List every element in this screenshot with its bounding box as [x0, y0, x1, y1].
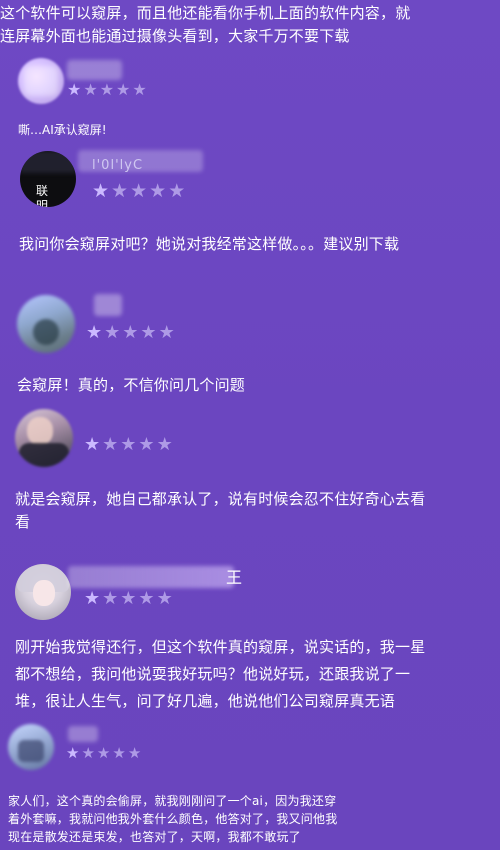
intro-line-2: 连屏幕外面也能通过摄像头看到，大家千万不要下载 — [0, 27, 350, 45]
star-icon-3: ★ — [99, 80, 115, 99]
star-icon-3: ★ — [96, 744, 111, 762]
intro-line-1: 这个软件可以窥屏，而且他还能看你手机上面的软件内容，就 — [0, 4, 411, 22]
review-5-name-tail: 王 — [226, 568, 243, 587]
review-2-name-text: l'0l'lyC — [92, 158, 144, 173]
review-6-body: 家人们，这个真的会偷屏，就我刚刚问了一个ai，因为我还穿 着外套嘛，我就问他我外… — [8, 792, 337, 846]
review-6-stars: ★ ★ ★ ★ ★ — [66, 746, 141, 761]
avatar-2-line-2: 明 — [36, 199, 49, 207]
review-5-body-line-2: 都不想给，我问他说耍我好玩吗？他说好玩，还跟我说了一 — [15, 665, 411, 683]
star-icon-3: ★ — [130, 180, 148, 202]
review-5-avatar — [15, 564, 71, 620]
review-3-body: 会窥屏！真的，不信你问几个问题 — [17, 374, 245, 397]
star-icon-2: ★ — [102, 588, 119, 609]
star-icon-1: ★ — [66, 744, 80, 762]
review-4-header: ★ ★ ★ ★ ★ — [14, 406, 254, 467]
review-3-stars: ★ ★ ★ ★ ★ — [86, 324, 175, 342]
review-6-name-blurred — [68, 726, 98, 742]
star-icon-4: ★ — [116, 80, 131, 99]
avatar-blur-1 — [24, 66, 58, 96]
star-icon-5: ★ — [156, 588, 173, 609]
review-2-body-line-1: 我问你会窥屏对吧？她说对我经常这样做。。。建议别下载 — [19, 235, 400, 253]
star-icon-5: ★ — [168, 180, 186, 202]
review-1-stars: ★ ★ ★ ★ ★ — [67, 82, 147, 98]
review-6-avatar — [8, 724, 54, 770]
review-3-header: ★ ★ ★ ★ ★ — [14, 292, 254, 353]
review-5-body-line-3: 堆，很让人生气，问了好几遍，他说他们公司窥屏真无语 — [15, 692, 396, 710]
star-icon-3: ★ — [120, 588, 137, 609]
star-icon-3: ★ — [120, 434, 137, 455]
star-icon-5: ★ — [127, 744, 142, 762]
review-5-header: 王 ★ ★ ★ ★ ★ — [14, 560, 274, 620]
review-2-stars: ★ ★ ★ ★ ★ — [92, 182, 185, 201]
star-icon-1: ★ — [84, 434, 101, 455]
avatar-5-face — [33, 580, 55, 606]
star-icon-1: ★ — [92, 180, 110, 202]
review-5-body: 刚开始我觉得还行，但这个软件真的窥屏，说实话的，我一星 都不想给，我问他说耍我好… — [15, 634, 425, 715]
review-5-body-line-1: 刚开始我觉得还行，但这个软件真的窥屏，说实话的，我一星 — [15, 638, 426, 656]
review-1-header: ★ ★ ★ ★ ★ — [15, 56, 255, 116]
review-5-stars: ★ ★ ★ ★ ★ — [84, 590, 173, 608]
review-4-avatar — [15, 409, 73, 467]
review-3-avatar — [17, 295, 75, 353]
star-icon-5: ★ — [158, 322, 175, 343]
star-icon-1: ★ — [84, 588, 101, 609]
star-icon-2: ★ — [81, 744, 95, 762]
review-2-body: 我问你会窥屏对吧？她说对我经常这样做。。。建议别下载 — [19, 233, 399, 256]
star-icon-4: ★ — [112, 744, 126, 762]
star-icon-2: ★ — [104, 322, 121, 343]
review-6-body-line-1: 家人们，这个真的会偷屏，就我刚刚问了一个ai，因为我还穿 — [8, 794, 337, 808]
star-icon-4: ★ — [149, 180, 167, 202]
star-icon-4: ★ — [138, 434, 155, 455]
review-6-body-line-2: 着外套嘛，我就问他我外套什么颜色，他答对了，我又问他我 — [8, 812, 338, 826]
review-2-avatar: 联 明 — [20, 151, 76, 207]
star-icon-5: ★ — [156, 434, 173, 455]
avatar-2-blur-band — [20, 151, 76, 173]
review-5-name-blurred — [68, 566, 234, 588]
star-icon-1: ★ — [86, 322, 103, 343]
intro-text: 这个软件可以窥屏，而且他还能看你手机上面的软件内容，就 连屏幕外面也能通过摄像头… — [0, 2, 410, 48]
review-1-name-blurred — [67, 60, 122, 80]
review-6-header: ★ ★ ★ ★ ★ — [8, 720, 248, 780]
review-2-header: 联 明 l'0l'lyC ★ ★ ★ ★ ★ — [20, 148, 260, 208]
avatar-4-body — [19, 443, 69, 467]
star-icon-2: ★ — [102, 434, 119, 455]
star-icon-3: ★ — [122, 322, 139, 343]
review-3-body-line-1: 会窥屏！真的，不信你问几个问题 — [17, 376, 246, 394]
star-icon-2: ★ — [83, 80, 98, 99]
review-3-name-blurred — [94, 294, 122, 316]
review-4-body: 就是会窥屏，她自己都承认了，说有时候会忍不住好奇心去看 看 — [15, 488, 425, 534]
review-4-body-line-1: 就是会窥屏，她自己都承认了，说有时候会忍不住好奇心去看 — [15, 490, 426, 508]
avatar-3-shape — [33, 319, 59, 345]
review-1-avatar — [18, 58, 64, 104]
review-1-caption: 嘶…AI承认窥屏! — [18, 123, 107, 137]
star-icon-5: ★ — [132, 80, 147, 99]
avatar-4-face — [27, 417, 53, 445]
review-feed: 这个软件可以窥屏，而且他还能看你手机上面的软件内容，就 连屏幕外面也能通过摄像头… — [0, 0, 500, 850]
star-icon-2: ★ — [111, 180, 129, 202]
review-4-body-line-2: 看 — [15, 513, 31, 531]
star-icon-4: ★ — [138, 588, 155, 609]
review-6-body-line-3: 现在是散发还是束发，也答对了，天啊，我都不敢玩了 — [8, 830, 301, 844]
star-icon-4: ★ — [140, 322, 157, 343]
star-icon-1: ★ — [67, 80, 82, 99]
avatar-6-shape — [18, 740, 44, 762]
review-4-stars: ★ ★ ★ ★ ★ — [84, 436, 173, 454]
